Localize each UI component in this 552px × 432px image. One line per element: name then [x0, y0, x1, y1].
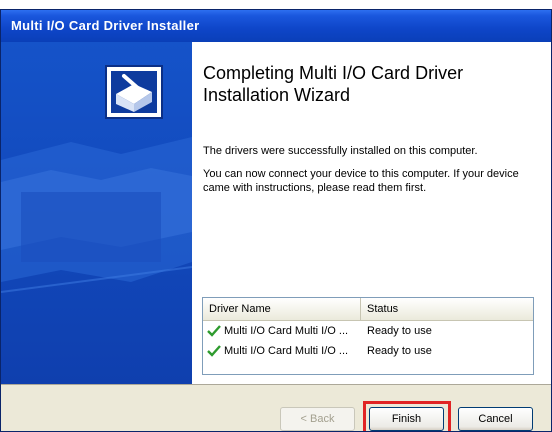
driver-name: Multi I/O Card Multi I/O ...	[224, 325, 349, 337]
driver-status: Ready to use	[367, 345, 432, 357]
driver-status: Ready to use	[367, 325, 432, 337]
button-bar: < Back Finish Cancel	[1, 384, 551, 431]
window-title: Multi I/O Card Driver Installer	[11, 18, 200, 33]
column-header-status[interactable]: Status	[361, 298, 533, 320]
wizard-heading: Completing Multi I/O Card Driver Install…	[203, 63, 464, 105]
driver-name-cell: Multi I/O Card Multi I/O ...	[203, 345, 361, 357]
cancel-button[interactable]: Cancel	[458, 407, 533, 431]
back-button: < Back	[280, 407, 355, 431]
column-header-driver-name[interactable]: Driver Name	[203, 298, 361, 320]
finish-button[interactable]: Finish	[369, 407, 444, 431]
table-row[interactable]: Multi I/O Card Multi I/O ... Ready to us…	[203, 321, 533, 341]
wizard-side-panel	[1, 42, 192, 384]
green-check-icon	[207, 345, 221, 357]
driver-name-cell: Multi I/O Card Multi I/O ...	[203, 325, 361, 337]
list-header: Driver Name Status	[203, 298, 533, 321]
wizard-content: Completing Multi I/O Card Driver Install…	[192, 42, 551, 384]
installer-window: Multi I/O Card Driver Installer Completi…	[0, 9, 552, 432]
table-row[interactable]: Multi I/O Card Multi I/O ... Ready to us…	[203, 341, 533, 361]
instructions-message: You can now connect your device to this …	[203, 168, 519, 194]
install-box-icon	[105, 65, 163, 119]
green-check-icon	[207, 325, 221, 337]
driver-status-list[interactable]: Driver Name Status Multi I/O Card Multi …	[202, 297, 534, 375]
title-bar[interactable]: Multi I/O Card Driver Installer	[1, 10, 551, 42]
success-message: The drivers were successfully installed …	[203, 145, 478, 157]
driver-name: Multi I/O Card Multi I/O ...	[224, 345, 349, 357]
